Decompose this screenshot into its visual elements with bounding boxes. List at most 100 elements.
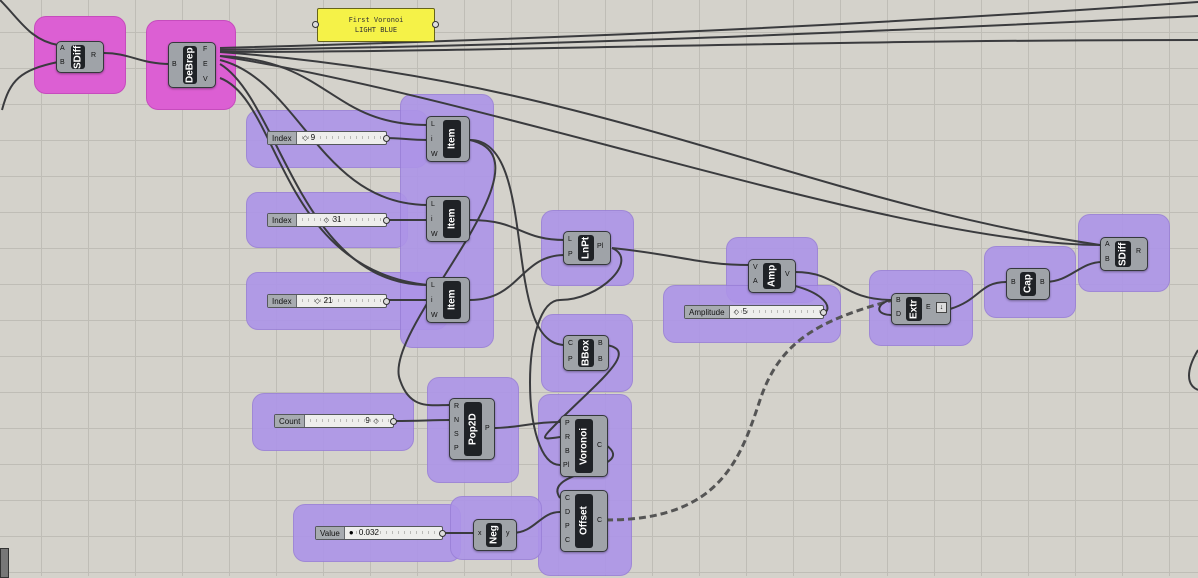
sdiff2-input-a[interactable]: A <box>1105 241 1110 249</box>
bbox-input-c[interactable]: C <box>568 340 573 348</box>
panel-input-grip[interactable] <box>312 21 319 28</box>
note-panel[interactable]: First Voronoi LIGHT BLUE <box>317 8 435 42</box>
index-slider-3-output-grip[interactable] <box>383 298 390 305</box>
item1-input-l[interactable]: L <box>431 121 435 129</box>
amp-output-v[interactable]: V <box>785 271 790 279</box>
offset-output-c[interactable]: C <box>597 517 602 525</box>
debrep-input-b[interactable]: B <box>172 61 177 69</box>
count-slider-track[interactable]: 9 ◇ <box>305 415 393 427</box>
voronoi-output-c[interactable]: C <box>597 442 602 450</box>
cap-output-b[interactable]: B <box>1040 279 1045 287</box>
index-slider-3[interactable]: Index ◇ 21 <box>267 294 387 308</box>
item-component-3[interactable]: L i W Item <box>426 277 470 323</box>
bbox-component[interactable]: C P BBox B B <box>563 335 609 371</box>
voronoi-input-p[interactable]: P <box>565 420 570 428</box>
neg-input-x[interactable]: x <box>478 530 482 538</box>
offset-input-c[interactable]: C <box>565 495 570 503</box>
value-slider[interactable]: Value ● 0.032 <box>315 526 443 540</box>
amplitude-slider-track[interactable]: ◇ 5 <box>729 306 823 318</box>
sdiff1-output-r[interactable]: R <box>91 52 96 60</box>
voronoi-input-pl[interactable]: Pl <box>563 462 569 470</box>
offset-input-c2[interactable]: C <box>565 537 570 545</box>
bbox-input-p[interactable]: P <box>568 356 573 364</box>
sdiff2-input-b[interactable]: B <box>1105 256 1110 264</box>
item3-input-i[interactable]: i <box>431 297 433 305</box>
amplitude-slider-label: Amplitude <box>685 306 730 318</box>
panel-output-grip[interactable] <box>432 21 439 28</box>
index-slider-1-track[interactable]: 9 ◇ <box>296 132 386 144</box>
item2-input-w[interactable]: W <box>431 231 438 239</box>
extr-download-icon[interactable]: ↓ <box>936 302 947 313</box>
index-slider-2-output-grip[interactable] <box>383 217 390 224</box>
item1-input-i[interactable]: i <box>431 136 433 144</box>
bbox-output-b1[interactable]: B <box>598 340 603 348</box>
debrep-output-v[interactable]: V <box>203 76 208 84</box>
item2-input-i[interactable]: i <box>431 216 433 224</box>
extr-input-d[interactable]: D <box>896 311 901 319</box>
wire-slider1-item1 <box>385 137 429 141</box>
neg-output-y[interactable]: y <box>506 530 510 538</box>
bbox-output-b2[interactable]: B <box>598 356 603 364</box>
index-slider-1[interactable]: Index 9 ◇ <box>267 131 387 145</box>
lnpt-output-pl[interactable]: Pl <box>597 243 603 251</box>
index-slider-3-track[interactable]: ◇ 21 <box>296 295 386 307</box>
index-slider-1-grip[interactable]: ◇ <box>303 134 308 142</box>
extr-output-e[interactable]: E <box>926 304 931 312</box>
index-slider-2-grip[interactable]: ◇ <box>324 216 329 224</box>
pop2d-input-n[interactable]: N <box>454 417 459 425</box>
extr-component[interactable]: B D Extr E ↓ <box>891 293 951 325</box>
amplitude-slider[interactable]: Amplitude ◇ 5 <box>684 305 824 319</box>
lnpt-input-p[interactable]: P <box>568 251 573 259</box>
value-slider-output-grip[interactable] <box>439 530 446 537</box>
count-slider[interactable]: Count 9 ◇ <box>274 414 394 428</box>
sdiff-component-2[interactable]: A B SDiff R <box>1100 237 1148 271</box>
offset-input-d[interactable]: D <box>565 509 570 517</box>
amp-input-v[interactable]: V <box>753 264 758 272</box>
amplitude-slider-output-grip[interactable] <box>820 309 827 316</box>
index-slider-2-track[interactable]: ◇ 31 <box>296 214 386 226</box>
count-slider-output-grip[interactable] <box>390 418 397 425</box>
lnpt-input-l[interactable]: L <box>568 236 572 244</box>
amplitude-slider-grip[interactable]: ◇ <box>734 308 739 316</box>
offset-input-p[interactable]: P <box>565 523 570 531</box>
extr-input-b[interactable]: B <box>896 297 901 305</box>
index-slider-1-output-grip[interactable] <box>383 135 390 142</box>
item3-input-l[interactable]: L <box>431 282 435 290</box>
item2-input-l[interactable]: L <box>431 201 435 209</box>
item1-input-w[interactable]: W <box>431 151 438 159</box>
index-slider-3-value: 21 <box>323 296 333 305</box>
amp-input-a[interactable]: A <box>753 278 758 286</box>
value-slider-track[interactable]: ● 0.032 <box>344 527 442 539</box>
sdiff1-input-a[interactable]: A <box>60 45 65 53</box>
pop2d-input-p[interactable]: P <box>454 445 459 453</box>
scrollbar-corner[interactable] <box>0 548 9 578</box>
amp-component[interactable]: V A Amp V <box>748 259 796 293</box>
debrep-output-e[interactable]: E <box>203 61 208 69</box>
voronoi-input-r[interactable]: R <box>565 434 570 442</box>
voronoi-input-b[interactable]: B <box>565 448 570 456</box>
lnpt-component[interactable]: L P LnPt Pl <box>563 231 611 265</box>
sdiff1-input-b[interactable]: B <box>60 59 65 67</box>
item3-input-w[interactable]: W <box>431 312 438 320</box>
value-slider-grip[interactable]: ● <box>349 528 354 537</box>
item-component-2[interactable]: L i W Item <box>426 196 470 242</box>
neg-component[interactable]: x Neg y <box>473 519 517 551</box>
debrep-output-f[interactable]: F <box>203 46 207 54</box>
pop2d-output-p[interactable]: P <box>485 425 490 433</box>
cap-input-b[interactable]: B <box>1011 279 1016 287</box>
index-slider-2[interactable]: Index ◇ 31 <box>267 213 387 227</box>
debrep-component[interactable]: B DeBrep F E V <box>168 42 216 88</box>
pop2d-nickname: Pop2D <box>464 402 482 456</box>
sdiff2-output-r[interactable]: R <box>1136 248 1141 256</box>
pop2d-input-s[interactable]: S <box>454 431 459 439</box>
pop2d-input-r[interactable]: R <box>454 403 459 411</box>
cap-component[interactable]: B Cap B <box>1006 268 1050 300</box>
sdiff-component-1[interactable]: A B SDiff R <box>56 41 104 73</box>
index-slider-3-grip[interactable]: ◇ <box>315 297 320 305</box>
item2-nickname: Item <box>443 200 461 238</box>
pop2d-component[interactable]: R N S P Pop2D P <box>449 398 495 460</box>
count-slider-grip[interactable]: ◇ <box>373 417 378 425</box>
voronoi-component[interactable]: P R B Pl Voronoi C <box>560 415 608 477</box>
item-component-1[interactable]: L i W Item <box>426 116 470 162</box>
offset-component[interactable]: C D P C Offset C <box>560 490 608 552</box>
